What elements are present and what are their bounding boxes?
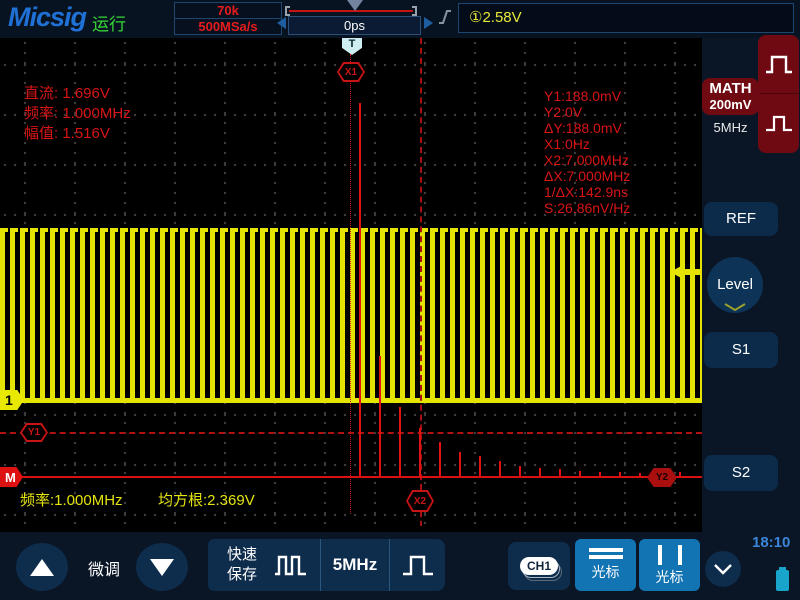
wave-frequency-label[interactable]: 5MHz xyxy=(320,539,389,591)
waveform-display: 直流: 1.696V 频率: 1.000MHz 幅值: 1.516V Y1:18… xyxy=(0,38,702,532)
sample-info-box[interactable]: 70k 500MSa/s xyxy=(174,2,282,35)
fft-peak-3mhz xyxy=(379,356,381,478)
clock: 18:10 xyxy=(752,534,790,551)
cursor-x1-line[interactable] xyxy=(350,54,351,514)
right-sidebar: MATH 200mV 5MHz REF Level S1 S2 xyxy=(702,38,800,532)
cursor-x2-line-tail xyxy=(420,512,422,526)
fine-tune-up-button[interactable] xyxy=(16,543,68,591)
fine-tune-down-button[interactable] xyxy=(136,543,188,591)
cursor-readout-panel: Y1:188.0mV Y2:0V ΔY:188.0mV X1:0Hz X2:7.… xyxy=(544,88,630,216)
pan-left-icon[interactable] xyxy=(277,17,286,29)
horizontal-cursor-icon xyxy=(575,548,636,559)
top-bar: Micsig 运行 70k 500MSa/s 0ps ①2.58V xyxy=(0,0,800,38)
trigger-position-marker[interactable]: T xyxy=(342,38,362,55)
single-pulse-button[interactable] xyxy=(389,539,445,591)
trigger-slope-icon xyxy=(437,7,453,27)
cursor-x1-handle[interactable]: X1 xyxy=(337,62,365,82)
channel-select-button[interactable]: CH1 xyxy=(508,542,570,590)
math-channel-marker[interactable]: M xyxy=(0,467,23,487)
pulse-narrow-button[interactable] xyxy=(758,93,799,151)
timeline-bracket-right-icon xyxy=(412,6,417,16)
fft-peak-13mhz xyxy=(479,456,481,478)
collapse-menu-button[interactable] xyxy=(705,551,741,587)
ref-button[interactable]: REF xyxy=(704,202,778,236)
micsig-logo: Micsig xyxy=(8,2,86,33)
readout-x1: X1:0Hz xyxy=(544,136,630,152)
double-pulse-button[interactable] xyxy=(262,539,320,591)
sample-rate: 500MSa/s xyxy=(175,18,281,33)
fft-peak-9mhz xyxy=(439,442,441,478)
trigger-position-slider[interactable] xyxy=(347,0,363,11)
double-pulse-icon xyxy=(273,551,309,579)
cursor-y2-handle[interactable]: Y2 xyxy=(647,468,677,487)
wave-preset-buttons xyxy=(758,35,799,153)
pulse-wide-icon xyxy=(764,51,794,77)
single-pulse-icon xyxy=(401,551,435,579)
fft-peak-1mhz xyxy=(359,103,361,478)
readout-1-over-dx: 1/ΔX:142.9ns xyxy=(544,184,630,200)
pulse-wide-button[interactable] xyxy=(758,35,799,93)
cursor-y1-handle[interactable]: Y1 xyxy=(20,423,48,442)
readout-spectral-density: S:26.86nV/Hz xyxy=(544,200,630,216)
battery-icon xyxy=(776,570,789,591)
pan-right-icon[interactable] xyxy=(424,17,433,29)
cursor-y1-line[interactable] xyxy=(0,432,702,434)
readout-y2: Y2:0V xyxy=(544,104,630,120)
math-measurement-rms: 均方根:2.369V xyxy=(158,489,255,510)
vertical-cursor-icon xyxy=(639,545,700,565)
readout-x2: X2:7.000MHz xyxy=(544,152,630,168)
cursor-x2-line[interactable] xyxy=(420,38,422,490)
horizontal-position-readout[interactable]: 0ps xyxy=(288,16,421,35)
memory-depth: 70k xyxy=(175,3,281,18)
measurement-freq: 频率: 1.000MHz xyxy=(24,104,131,124)
math-horizontal-scale: 5MHz xyxy=(702,120,759,135)
measurement-amplitude: 幅值: 1.516V xyxy=(24,124,131,144)
math-fft-baseline xyxy=(0,476,702,478)
fft-peak-5mhz xyxy=(399,407,401,478)
acquisition-status: 运行 xyxy=(92,10,126,35)
readout-dy: ΔY:188.0mV xyxy=(544,120,630,136)
measurement-dc: 直流: 1.696V xyxy=(24,84,131,104)
fft-peak-7mhz xyxy=(419,428,421,478)
trigger-level-readout: ①2.58V xyxy=(469,4,522,32)
trigger-readout-box[interactable]: ①2.58V xyxy=(458,3,794,33)
chevron-down-icon xyxy=(723,303,747,312)
trigger-level-arrow-icon[interactable] xyxy=(670,262,701,282)
horizontal-cursor-button[interactable]: 光标 xyxy=(575,539,636,591)
s2-button[interactable]: S2 xyxy=(704,455,778,491)
readout-y1: Y1:188.0mV xyxy=(544,88,630,104)
ch1-square-wave-trace xyxy=(0,228,702,403)
fft-peak-11mhz xyxy=(459,452,461,478)
level-button[interactable]: Level xyxy=(706,255,764,315)
math-channel-badge[interactable]: MATH 200mV xyxy=(702,78,759,115)
vertical-cursor-button[interactable]: 光标 xyxy=(639,539,700,591)
cursor-x2-handle[interactable]: X2 xyxy=(406,490,434,512)
ch1-stack-icon: CH1 xyxy=(520,557,558,575)
triangle-down-icon xyxy=(150,559,174,576)
fine-tune-label: 微调 xyxy=(88,556,120,580)
triangle-up-icon xyxy=(30,559,54,576)
math-measurement-freq: 频率:1.000MHz xyxy=(20,489,123,510)
pulse-narrow-icon xyxy=(764,110,794,136)
s1-button[interactable]: S1 xyxy=(704,332,778,368)
bottom-bar: 微调 快速 保存 5MHz CH1 光标 光标 18:10 xyxy=(0,532,800,600)
readout-dx: ΔX:7.000MHz xyxy=(544,168,630,184)
ch1-measurements: 直流: 1.696V 频率: 1.000MHz 幅值: 1.516V xyxy=(24,84,131,144)
chevron-down-icon xyxy=(713,563,733,575)
wave-type-selector: 5MHz xyxy=(262,539,445,591)
